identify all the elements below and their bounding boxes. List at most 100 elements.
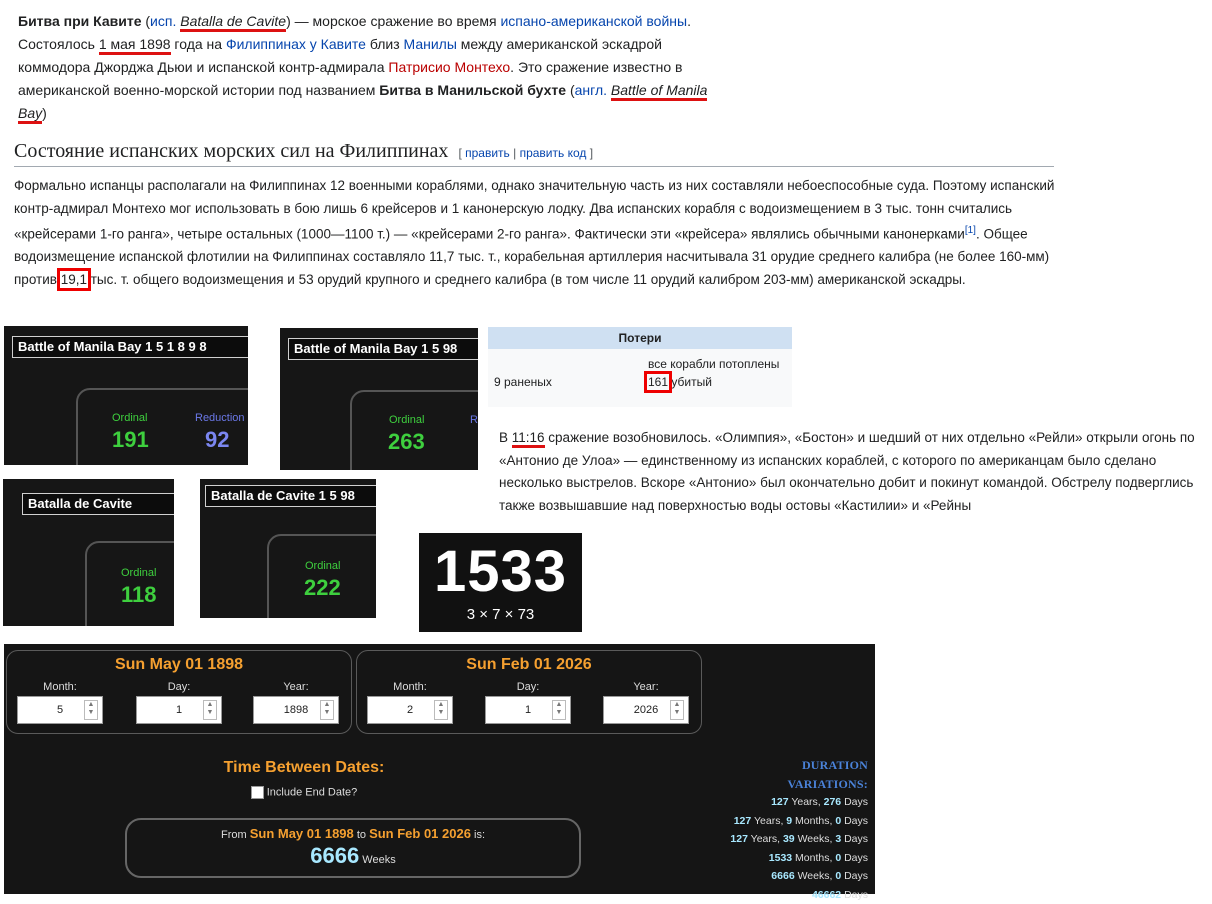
text: Days [841, 796, 868, 808]
day-field: Day: 1▲▼ [485, 681, 571, 724]
month-value: 5 [57, 704, 63, 716]
big-number: 1533 [419, 537, 582, 607]
thumb-value: 222 [304, 575, 341, 601]
battle-date: 1 мая 1898 [99, 36, 171, 55]
thumb-label: Ordinal [121, 567, 156, 579]
text: to [354, 829, 369, 841]
year-input[interactable]: 1898▲▼ [253, 696, 339, 724]
text: 39 [783, 833, 795, 845]
month-input[interactable]: 5 ▲▼ [17, 696, 103, 724]
thumb-label: Ordinal [389, 414, 424, 426]
day-value: 1 [176, 704, 182, 716]
thumb-label: Reduction [195, 412, 245, 424]
text: 1533 [769, 852, 792, 864]
gematria-thumb: Battle of Manila Bay 1 5 98 Ordinal 263 … [280, 328, 478, 470]
spinner-icon[interactable]: ▲▼ [320, 700, 334, 720]
text: Формально испанцы располагали на Филиппи… [14, 178, 1054, 242]
losses-right-line1: все корабли потоплены [648, 357, 779, 371]
month-field: Month: 2▲▼ [367, 681, 453, 724]
gematria-thumb: Battle of Manila Bay 1 5 1 8 9 8 Ordinal… [4, 326, 248, 465]
duration-row: 127 Years, 9 Months, 0 Days [720, 812, 868, 831]
spinner-icon[interactable]: ▲▼ [552, 700, 566, 720]
spinner-icon[interactable]: ▲▼ [203, 700, 217, 720]
day-input[interactable]: 1▲▼ [485, 696, 571, 724]
highlighted-number: 19,1 [61, 272, 87, 287]
link-spanish-american-war[interactable]: испано-американской войны [500, 13, 687, 29]
result-caption: From Sun May 01 1898 to Sun Feb 01 2026 … [127, 826, 579, 841]
spinner-icon[interactable]: ▲▼ [434, 700, 448, 720]
text: ] [586, 146, 593, 160]
time-between-title: Time Between Dates: [4, 759, 604, 777]
text: — морское сражение во время [291, 13, 501, 29]
year-field: Year: 1898▲▼ [253, 681, 339, 724]
day-label: Day: [136, 681, 222, 693]
lang-link-english[interactable]: англ. [575, 82, 607, 98]
text: Days [841, 815, 868, 827]
link-cavite[interactable]: у Кавите [310, 36, 366, 52]
result-value: 6666 [310, 843, 359, 868]
prime-factors: 3 × 7 × 73 [419, 607, 582, 623]
text: 127 [730, 833, 748, 845]
text: Years, [748, 833, 783, 845]
year-label: Year: [253, 681, 339, 693]
duration-variations: DURATION VARIATIONS: 127 Years, 276 Days… [720, 756, 868, 904]
link-philippines[interactable]: Филиппинах [226, 36, 306, 52]
thumb-value: 118 [121, 582, 157, 608]
text: убитый [668, 375, 712, 389]
spanish-name: Batalla de Cavite [180, 13, 286, 32]
thumb-label: R [470, 414, 478, 426]
spinner-icon[interactable]: ▲▼ [84, 700, 98, 720]
link-montojo[interactable]: Патрисио Монтехо [388, 59, 510, 75]
duration-row: 127 Years, 39 Weeks, 3 Days [720, 830, 868, 849]
include-end-checkbox[interactable] [251, 786, 264, 799]
thumb-value: 263 [388, 429, 425, 455]
text: ( [566, 82, 575, 98]
losses-left: 9 раненых [494, 375, 552, 389]
end-date-panel: Sun Feb 01 2026 Month: 2▲▼ Day: 1▲▼ Year… [356, 650, 702, 734]
english-name-b: Bay [18, 105, 42, 124]
text: года на [171, 36, 226, 52]
lang-link-spanish[interactable]: исп. [150, 13, 176, 29]
thumb-value: 92 [205, 427, 229, 453]
result-box: From Sun May 01 1898 to Sun Feb 01 2026 … [125, 818, 581, 878]
day-field: Day: 1 ▲▼ [136, 681, 222, 724]
start-date-panel: Sun May 01 1898 Month: 5▲▼ Day: 1▲▼ Year… [6, 650, 352, 734]
thumb-value: 191 [112, 427, 149, 453]
english-name-bold: Битва в Манильской бухте [379, 82, 566, 98]
fleet-paragraph: Формально испанцы располагали на Филиппи… [14, 175, 1059, 291]
year-input[interactable]: 2026 ▲▼ [603, 696, 689, 724]
include-end-date: Include End Date? [4, 786, 604, 799]
gematria-thumb: Batalla de Cavite 1 5 98 Ordinal 222 [200, 479, 376, 618]
text: 127 [771, 796, 789, 808]
end-date-title: Sun Feb 01 2026 [357, 656, 701, 674]
duration-row: 46662 Days [720, 886, 868, 904]
edit-source-link[interactable]: править код [520, 146, 587, 160]
month-input[interactable]: 2 ▲▼ [367, 696, 453, 724]
losses-right-line2: 161 убитый [648, 375, 712, 389]
include-label: Include End Date? [267, 786, 358, 798]
text: 46662 [812, 889, 841, 901]
killed-count: 161 [648, 375, 668, 389]
text: Days [841, 889, 868, 901]
thumb-label: Ordinal [305, 560, 340, 572]
text: Days [841, 870, 868, 882]
thumb-title: Batalla de Cavite 1 5 98 [205, 485, 376, 507]
month-field: Month: 5▲▼ [17, 681, 103, 724]
duration-row: 127 Years, 276 Days [720, 793, 868, 812]
year-value: 2026 [634, 704, 658, 716]
link-manila[interactable]: Манилы [404, 36, 457, 52]
date-calculator: Sun May 01 1898 Month: 5▲▼ Day: 1▲▼ Year… [4, 644, 875, 894]
day-label: Day: [485, 681, 571, 693]
duration-variations-title: DURATION VARIATIONS: [720, 756, 868, 793]
text: В [499, 430, 512, 445]
edit-link[interactable]: править [465, 146, 510, 160]
reference-link[interactable]: [1] [965, 225, 976, 236]
text: Years, [789, 796, 824, 808]
month-value: 2 [407, 704, 413, 716]
text: Months, [792, 815, 835, 827]
result-unit: Weeks [359, 854, 395, 866]
spinner-icon[interactable]: ▲▼ [670, 700, 684, 720]
text: Months, [792, 852, 835, 864]
day-input[interactable]: 1 ▲▼ [136, 696, 222, 724]
section-heading: Состояние испанских морских сил на Филип… [14, 140, 1054, 167]
